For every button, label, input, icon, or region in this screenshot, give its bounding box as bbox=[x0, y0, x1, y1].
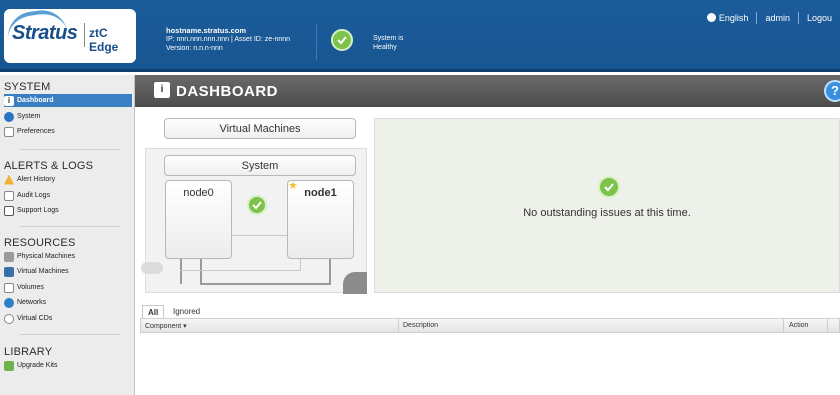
virtual-machines-box[interactable]: Virtual Machines bbox=[164, 118, 356, 139]
language-selector[interactable]: English bbox=[699, 13, 757, 23]
version-line: Version: n.n.n-nnn bbox=[166, 45, 223, 52]
sidebar-item-label: Alert History bbox=[17, 176, 56, 183]
sidebar-item-volumes[interactable]: Volumes bbox=[4, 281, 132, 294]
section-title-library: LIBRARY bbox=[4, 346, 53, 358]
connector-line bbox=[329, 258, 331, 285]
tab-all[interactable]: All bbox=[142, 305, 165, 318]
globe-icon bbox=[706, 13, 716, 22]
sidebar-item-support-logs[interactable]: Support Logs bbox=[4, 204, 132, 217]
column-action[interactable]: Action bbox=[789, 322, 808, 329]
sidebar-item-label: Preferences bbox=[17, 128, 55, 135]
connector-line bbox=[300, 258, 301, 271]
system-box[interactable]: System bbox=[164, 155, 356, 176]
sidebar-item-label: Physical Machines bbox=[17, 253, 75, 260]
connector-line bbox=[180, 270, 300, 271]
sidebar-item-networks[interactable]: Networks bbox=[4, 296, 132, 309]
hostname: hostname.stratus.com bbox=[166, 26, 247, 35]
healthy-check-icon bbox=[331, 29, 353, 51]
sidebar-item-virtual-machines[interactable]: Virtual Machines bbox=[4, 265, 132, 278]
system-icon bbox=[4, 111, 14, 122]
sidebar-item-dashboard[interactable]: i Dashboard bbox=[4, 94, 132, 107]
connector-line bbox=[232, 235, 287, 236]
column-separator bbox=[827, 319, 828, 333]
sidebar-divider bbox=[20, 226, 120, 227]
logout-link[interactable]: Logou bbox=[799, 13, 840, 23]
network-link-icon bbox=[343, 272, 367, 294]
system-status-text: System is Healthy bbox=[373, 35, 404, 51]
sidebar-item-label: Volumes bbox=[17, 284, 44, 291]
sidebar-item-label: Dashboard bbox=[17, 97, 54, 104]
sidebar-item-label: Virtual CDs bbox=[17, 315, 53, 322]
sidebar-item-label: Support Logs bbox=[17, 207, 59, 214]
sidebar-item-label: Networks bbox=[17, 299, 47, 306]
ip-asset-line: IP: nnn.nnn.nnn.nnn | Asset ID: ze-nnnn bbox=[166, 36, 291, 43]
support-log-icon bbox=[4, 205, 14, 216]
host-info: hostname.stratus.com IP: nnn.nnn.nnn.nnn… bbox=[166, 26, 290, 53]
no-issues-check-icon bbox=[598, 176, 620, 198]
alert-icon bbox=[4, 174, 14, 185]
logo-divider bbox=[84, 23, 85, 47]
column-separator bbox=[398, 319, 399, 333]
sidebar-item-label: Virtual Machines bbox=[17, 268, 69, 275]
node-healthy-check-icon bbox=[247, 195, 267, 215]
logo-product: ztC Edge bbox=[89, 26, 119, 54]
info-icon: i bbox=[4, 95, 14, 106]
primary-star-icon: ★ bbox=[288, 180, 298, 192]
dashboard-info-icon: i bbox=[154, 82, 170, 98]
column-description[interactable]: Description bbox=[403, 322, 438, 329]
top-nav: English admin Logou bbox=[699, 12, 840, 24]
sidebar-item-audit-logs[interactable]: Audit Logs bbox=[4, 189, 132, 202]
audit-log-icon bbox=[4, 190, 14, 201]
sidebar-item-alert-history[interactable]: Alert History bbox=[4, 173, 132, 186]
sidebar-item-virtual-cds[interactable]: Virtual CDs bbox=[4, 312, 132, 325]
user-menu[interactable]: admin bbox=[757, 13, 798, 23]
preferences-icon bbox=[4, 126, 14, 137]
tab-ignored[interactable]: Ignored bbox=[168, 305, 205, 318]
section-title-resources: RESOURCES bbox=[4, 237, 76, 249]
section-title-alerts-logs: ALERTS & LOGS bbox=[4, 160, 94, 172]
sidebar-divider bbox=[20, 334, 120, 335]
upgrade-kit-icon bbox=[4, 360, 14, 371]
connector-line bbox=[200, 283, 330, 285]
stratus-logo[interactable]: Stratus ztC Edge bbox=[4, 6, 136, 63]
sidebar-divider bbox=[20, 149, 120, 150]
page-header-bar: i DASHBOARD ? bbox=[135, 75, 840, 107]
issues-panel bbox=[374, 118, 840, 293]
column-component[interactable]: Component ▾ bbox=[145, 322, 187, 330]
connector-line bbox=[180, 258, 182, 284]
connector-line bbox=[200, 258, 202, 284]
header-divider bbox=[316, 24, 317, 60]
section-title-system: SYSTEM bbox=[4, 81, 51, 93]
sidebar-item-label: Audit Logs bbox=[17, 192, 51, 199]
issues-table-header: Component ▾ Description Action bbox=[140, 318, 840, 333]
sidebar-item-label: Upgrade Kits bbox=[17, 362, 58, 369]
network-icon bbox=[4, 297, 14, 308]
sidebar-item-upgrade-kits[interactable]: Upgrade Kits bbox=[4, 359, 132, 372]
cd-icon bbox=[4, 313, 14, 324]
help-icon[interactable]: ? bbox=[824, 80, 840, 102]
no-issues-message: No outstanding issues at this time. bbox=[523, 207, 691, 219]
top-header: Stratus ztC Edge hostname.stratus.com IP… bbox=[0, 0, 840, 72]
volume-icon bbox=[4, 282, 14, 293]
physical-machine-icon bbox=[4, 251, 14, 262]
column-separator bbox=[783, 319, 784, 333]
virtual-machine-icon bbox=[4, 266, 14, 277]
sidebar-item-physical-machines[interactable]: Physical Machines bbox=[4, 250, 132, 263]
sidebar-item-preferences[interactable]: Preferences bbox=[4, 125, 132, 138]
sidebar-item-label: System bbox=[17, 113, 41, 120]
logo-text: Stratus bbox=[12, 22, 78, 44]
sidebar-item-system[interactable]: System bbox=[4, 110, 132, 123]
cloud-icon bbox=[141, 262, 163, 274]
page-title: DASHBOARD bbox=[176, 83, 278, 100]
node0-box[interactable]: node0 bbox=[165, 180, 232, 259]
